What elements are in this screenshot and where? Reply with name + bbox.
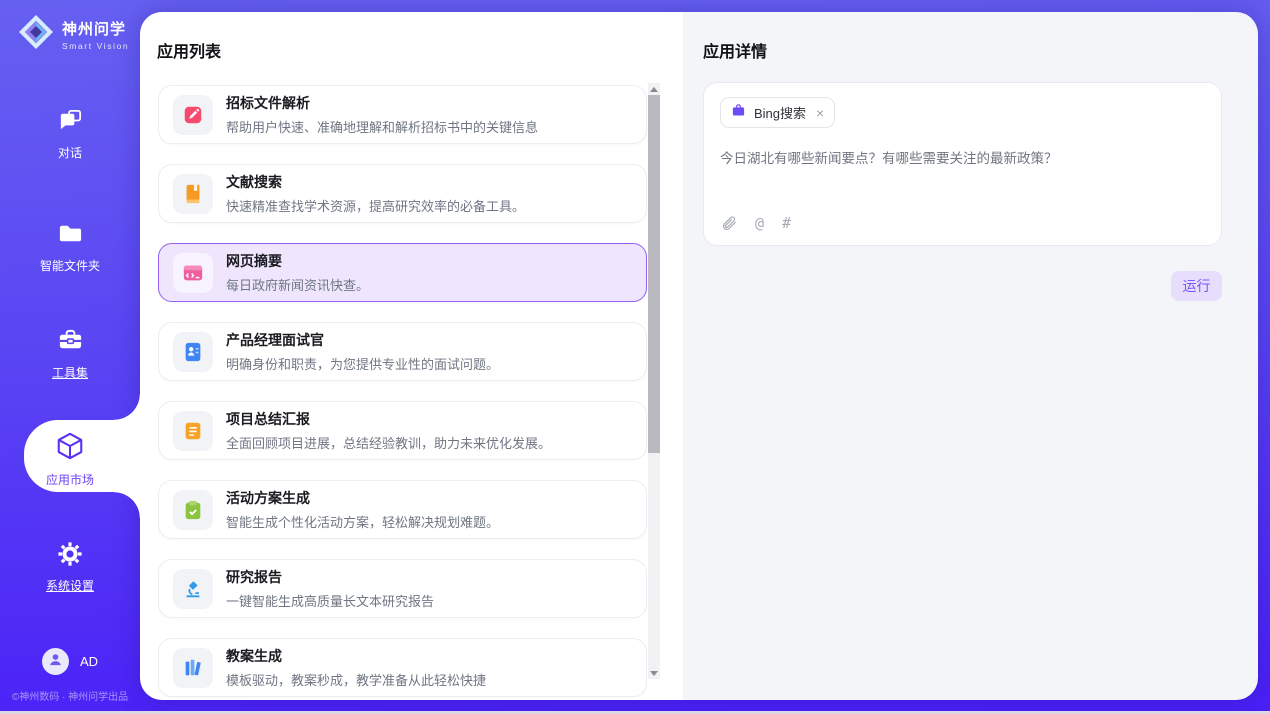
attachment-icon[interactable] [721, 215, 737, 231]
brand-diamond-icon [17, 13, 55, 56]
sidebar-item-toolset[interactable]: 工具集 [0, 327, 140, 381]
brand-subtitle: Smart Vision [62, 41, 129, 51]
sidebar-item-label: 工具集 [52, 364, 88, 381]
sidebar: 神州问学 Smart Vision 对话 智能文件夹 [0, 0, 140, 714]
app-card-desc: 快速精准查找学术资源，提高研究效率的必备工具。 [226, 196, 525, 215]
sidebar-item-app-market[interactable]: 应用市场 [0, 431, 140, 488]
app-card-title: 教案生成 [226, 646, 486, 666]
app-card[interactable]: 文献搜索 快速精准查找学术资源，提高研究效率的必备工具。 [158, 164, 647, 223]
cube-icon [55, 431, 85, 464]
app-card-selected[interactable]: 网页摘要 每日政府新闻资讯快查。 [158, 243, 647, 302]
run-button[interactable]: 运行 [1171, 271, 1222, 301]
app-card-title: 网页摘要 [226, 251, 369, 271]
scrollbar-down-arrow[interactable] [648, 667, 660, 679]
gear-icon [57, 541, 83, 570]
app-card[interactable]: 产品经理面试官 明确身份和职责，为您提供专业性的面试问题。 [158, 322, 647, 381]
sidebar-item-label: 智能文件夹 [40, 257, 100, 274]
books-icon [173, 648, 213, 688]
app-card-desc: 帮助用户快速、准确地理解和解析招标书中的关键信息 [226, 117, 538, 136]
app-card-list: 招标文件解析 帮助用户快速、准确地理解和解析招标书中的关键信息 文献搜索 [158, 85, 647, 700]
app-list-title: 应用列表 [157, 38, 221, 62]
tool-chip-bing-search[interactable]: Bing搜索 × [720, 97, 835, 128]
interview-icon [173, 332, 213, 372]
edit-doc-icon [173, 95, 213, 135]
app-card-title: 研究报告 [226, 567, 434, 587]
app-card[interactable]: 研究报告 一键智能生成高质量长文本研究报告 [158, 559, 647, 618]
report-note-icon [173, 411, 213, 451]
app-card-desc: 模板驱动，教案秒成，教学准备从此轻松快捷 [226, 670, 486, 689]
microscope-icon [173, 569, 213, 609]
sidebar-item-label: 系统设置 [46, 577, 94, 594]
sidebar-item-smart-folder[interactable]: 智能文件夹 [0, 220, 140, 274]
app-card-desc: 一键智能生成高质量长文本研究报告 [226, 591, 434, 610]
query-input[interactable]: 今日湖北有哪些新闻要点？有哪些需要关注的最新政策？ [720, 149, 1205, 169]
app-card-desc: 智能生成个性化活动方案，轻松解决规划难题。 [226, 512, 499, 531]
clipboard-check-icon [173, 490, 213, 530]
hash-icon[interactable]: # [782, 214, 791, 232]
scrollbar-thumb[interactable] [648, 95, 660, 453]
mention-icon[interactable]: @ [755, 214, 764, 232]
app-list-panel: 应用列表 招标文件解析 帮助用户快速、准确地理解和解析招标书中的关键信息 [140, 12, 683, 700]
app-detail-title: 应用详情 [703, 38, 767, 62]
app-card-title: 活动方案生成 [226, 488, 499, 508]
folder-icon [57, 220, 84, 250]
app-card-title: 招标文件解析 [226, 93, 538, 113]
brand-logo: 神州问学 Smart Vision [17, 13, 129, 56]
app-card[interactable]: 教案生成 模板驱动，教案秒成，教学准备从此轻松快捷 [158, 638, 647, 697]
app-card-desc: 每日政府新闻资讯快查。 [226, 275, 369, 294]
app-card[interactable]: 活动方案生成 智能生成个性化活动方案，轻松解决规划难题。 [158, 480, 647, 539]
browser-code-icon [173, 253, 213, 293]
toolbox-icon [57, 327, 84, 357]
prompt-card: Bing搜索 × 今日湖北有哪些新闻要点？有哪些需要关注的最新政策？ @ # [703, 82, 1222, 246]
chat-icon [57, 107, 84, 137]
sidebar-item-settings[interactable]: 系统设置 [0, 541, 140, 594]
input-toolbar: @ # [721, 214, 791, 232]
sidebar-footer: ©神州数码 · 神州问学出品 [0, 688, 140, 703]
app-card-title: 产品经理面试官 [226, 330, 499, 350]
book-icon [173, 174, 213, 214]
sidebar-item-label: 对话 [58, 144, 82, 161]
app-card[interactable]: 项目总结汇报 全面回顾项目进展，总结经验教训，助力未来优化发展。 [158, 401, 647, 460]
app-card-desc: 明确身份和职责，为您提供专业性的面试问题。 [226, 354, 499, 373]
app-detail-panel: 应用详情 Bing搜索 × 今日湖北有哪些新闻要点？有哪些需要关注的最新政策？ [683, 12, 1258, 700]
chip-close-icon[interactable]: × [816, 106, 824, 120]
app-card-title: 项目总结汇报 [226, 409, 551, 429]
tool-chip-label: Bing搜索 [754, 103, 806, 122]
app-card-desc: 全面回顾项目进展，总结经验教训，助力未来优化发展。 [226, 433, 551, 452]
avatar [42, 648, 69, 675]
app-card[interactable]: 招标文件解析 帮助用户快速、准确地理解和解析招标书中的关键信息 [158, 85, 647, 144]
brand-name: 神州问学 [62, 18, 129, 39]
content-area: 应用列表 招标文件解析 帮助用户快速、准确地理解和解析招标书中的关键信息 [140, 12, 1258, 700]
user-account[interactable]: AD [0, 648, 140, 675]
app-window: 神州问学 Smart Vision 对话 智能文件夹 [0, 0, 1270, 714]
user-label: AD [80, 654, 98, 669]
briefcase-icon [731, 103, 746, 123]
app-card-title: 文献搜索 [226, 172, 525, 192]
scrollbar-up-arrow[interactable] [648, 83, 660, 95]
scrollbar[interactable] [648, 83, 660, 679]
sidebar-item-label: 应用市场 [46, 471, 94, 488]
user-avatar-icon [47, 651, 64, 673]
sidebar-item-chat[interactable]: 对话 [0, 107, 140, 161]
